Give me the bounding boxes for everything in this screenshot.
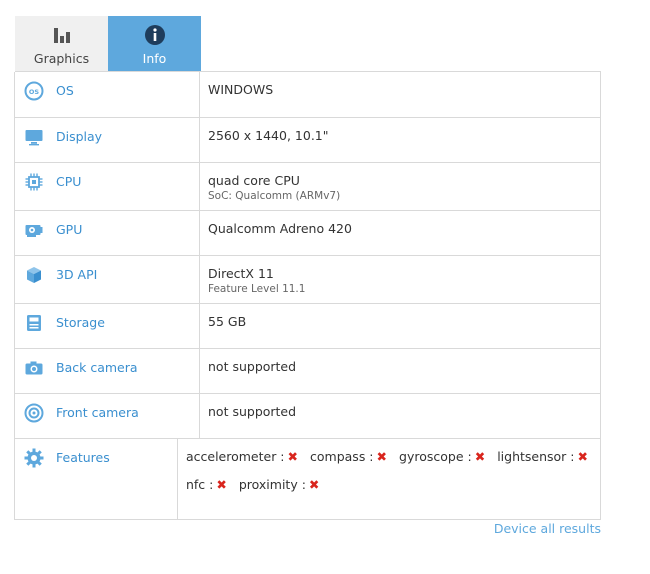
gpu-icon: [25, 225, 43, 237]
feature-item: gyroscope : ✖: [399, 449, 485, 464]
row-label: CPU: [56, 174, 82, 189]
row-label-cell: Storage: [15, 304, 200, 348]
row-value: not supported: [208, 359, 297, 374]
table-row: OS OS WINDOWS: [15, 72, 600, 117]
row-value-cell: DirectX 11 Feature Level 11.1: [200, 256, 600, 303]
table-row: Storage 55 GB: [15, 303, 600, 348]
row-value: 2560 x 1440, 10.1": [208, 128, 329, 143]
row-label-cell: Features: [15, 439, 178, 519]
row-label-cell: Back camera: [15, 349, 200, 393]
row-label: Back camera: [56, 360, 138, 375]
cube-icon: [27, 267, 41, 283]
features-line: accelerometer : ✖ compass : ✖ gyroscope : ✖…: [186, 449, 600, 464]
monitor-icon: [25, 130, 43, 146]
row-value-cell: not supported: [200, 394, 600, 438]
row-value: Qualcomm Adreno 420: [208, 221, 352, 236]
unsupported-x-icon: ✖: [216, 477, 227, 492]
row-label-cell: OS OS: [15, 72, 200, 117]
tab-info[interactable]: Info: [108, 16, 201, 71]
features-line: nfc : ✖ proximity : ✖: [186, 477, 600, 492]
bar-chart-icon: [53, 28, 70, 43]
feature-item: accelerometer : ✖: [186, 449, 298, 464]
row-label-cell: GPU: [15, 211, 200, 255]
feature-name: nfc :: [185, 477, 214, 492]
row-value-cell: Qualcomm Adreno 420: [200, 211, 600, 255]
row-value: not supported: [208, 404, 297, 419]
table-row: CPU quad core CPU SoC: Qualcomm (ARMv7): [15, 162, 600, 210]
row-value-cell: WINDOWS: [200, 72, 600, 117]
table-row: Features accelerometer : ✖ compass : ✖ gyr…: [15, 438, 600, 519]
tab-graphics-label: Graphics: [33, 51, 90, 66]
unsupported-x-icon: ✖: [287, 449, 299, 464]
row-subvalue: Feature Level 11.1: [208, 283, 306, 295]
row-label: Front camera: [56, 405, 139, 420]
feature-item: compass : ✖: [310, 449, 387, 464]
info-icon: [144, 25, 165, 45]
row-label: OS: [56, 83, 74, 98]
features-cell: accelerometer : ✖ compass : ✖ gyroscope : ✖…: [178, 439, 600, 519]
row-value: 55 GB: [208, 314, 247, 329]
table-row: 3D API DirectX 11 Feature Level 11.1: [15, 255, 600, 303]
cpu-chip-icon: [25, 173, 43, 191]
feature-name: proximity :: [238, 477, 306, 492]
row-label-cell: Front camera: [15, 394, 200, 438]
row-value-cell: 55 GB: [200, 304, 600, 348]
tab-graphics[interactable]: Graphics: [15, 16, 108, 71]
table-row: Back camera not supported: [15, 348, 600, 393]
row-value-cell: quad core CPU SoC: Qualcomm (ARMv7): [200, 163, 600, 210]
feature-name: compass :: [310, 449, 374, 464]
unsupported-x-icon: ✖: [376, 449, 388, 464]
feature-item: nfc : ✖: [186, 477, 227, 492]
unsupported-x-icon: ✖: [308, 477, 320, 492]
feature-item: proximity : ✖: [239, 477, 320, 492]
unsupported-x-icon: ✖: [474, 449, 486, 464]
front-camera-icon: [24, 403, 44, 423]
storage-icon: [27, 315, 41, 331]
table-row: GPU Qualcomm Adreno 420: [15, 210, 600, 255]
tab-info-label: Info: [142, 51, 167, 66]
row-label: GPU: [56, 222, 83, 237]
row-label: 3D API: [56, 267, 98, 282]
row-label: Features: [56, 450, 110, 465]
row-label: Storage: [56, 315, 105, 330]
svg-text:OS: OS: [29, 88, 40, 96]
feature-name: lightsensor :: [497, 449, 575, 464]
row-label: Display: [56, 129, 103, 144]
row-value-cell: not supported: [200, 349, 600, 393]
row-label-cell: 3D API: [15, 256, 200, 303]
tab-bar: Graphics Info: [15, 16, 201, 71]
table-row: Display 2560 x 1440, 10.1": [15, 117, 600, 162]
camera-icon: [25, 361, 43, 375]
gear-icon: [24, 448, 44, 468]
device-all-results-link[interactable]: Device all results: [494, 521, 601, 536]
feature-name: accelerometer :: [185, 449, 285, 464]
feature-name: gyroscope :: [399, 449, 472, 464]
row-subvalue: SoC: Qualcomm (ARMv7): [208, 190, 341, 202]
row-value: DirectX 11: [208, 266, 274, 281]
unsupported-x-icon: ✖: [577, 449, 588, 464]
row-value: WINDOWS: [208, 82, 274, 97]
table-row: Front camera not supported: [15, 393, 600, 438]
row-label-cell: Display: [15, 118, 200, 162]
row-label-cell: CPU: [15, 163, 200, 210]
os-icon: OS: [24, 81, 44, 101]
row-value-cell: 2560 x 1440, 10.1": [200, 118, 600, 162]
info-table: OS OS WINDOWS Display 2560 x 1440, 10.1": [14, 72, 601, 520]
row-value: quad core CPU: [208, 173, 300, 188]
feature-item: lightsensor : ✖: [497, 449, 588, 464]
